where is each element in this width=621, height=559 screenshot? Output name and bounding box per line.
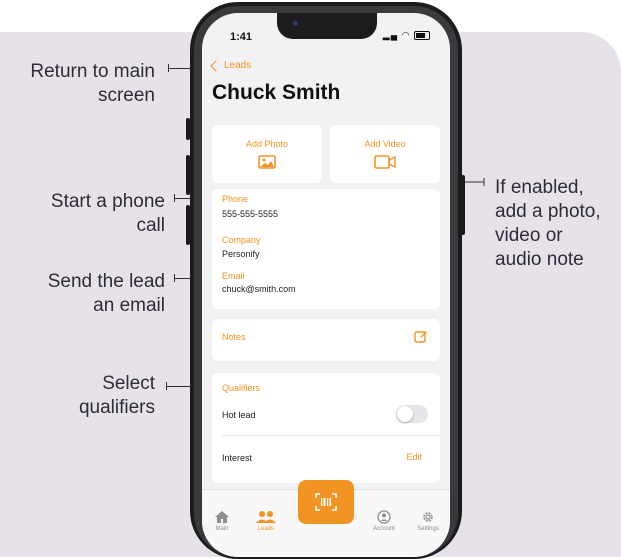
annotation-line: Select — [102, 373, 155, 394]
chevron-left-icon — [210, 59, 222, 72]
tab-settings[interactable]: Settings — [408, 510, 448, 532]
annotation-line: call — [136, 215, 165, 236]
add-photo-button[interactable]: Add Photo — [212, 125, 322, 183]
annotation-line: qualifiers — [78, 397, 155, 418]
phone-screen: 1:41 ▂▄ ◠ Leads Chuck Smith Add Photo Ad… — [202, 13, 450, 557]
annotation-line: screen — [97, 85, 155, 106]
annotation-line: Start a phone — [50, 191, 165, 212]
divider — [222, 435, 440, 436]
annotation-line: an email — [93, 295, 165, 316]
tab-leads[interactable]: Leads — [246, 510, 286, 532]
tab-main-label: Main — [215, 526, 229, 532]
tab-bar: Main Leads Account Settings — [202, 480, 450, 557]
edit-icon[interactable] — [414, 329, 428, 343]
add-photo-label: Add Photo — [245, 139, 289, 149]
status-time: 1:41 — [230, 31, 253, 43]
email-label: Email — [222, 271, 245, 281]
contact-details-card: Phone 555-555-5555 Company Personify Ema… — [212, 189, 440, 309]
tab-account-label: Account — [373, 526, 395, 532]
notes-label: Notes — [222, 332, 246, 342]
tab-main[interactable]: Main — [202, 510, 242, 532]
status-icons: ▂▄ ◠ — [383, 30, 430, 41]
annotation-line: video or — [495, 225, 563, 246]
page-title: Chuck Smith — [212, 81, 341, 104]
add-video-label: Add Video — [364, 139, 406, 149]
annotation-send-email: Send the lead an email — [48, 270, 165, 318]
account-icon — [377, 510, 391, 524]
annotation-line: If enabled, — [495, 177, 584, 198]
interest-label: Interest — [222, 453, 253, 463]
notes-card[interactable]: Notes — [212, 319, 440, 361]
people-icon — [256, 511, 276, 523]
annotation-media-note: If enabled, add a photo, video or audio … — [495, 176, 601, 272]
company-label: Company — [222, 235, 261, 245]
annotation-return-main: Return to main screen — [30, 60, 155, 108]
add-video-button[interactable]: Add Video — [330, 125, 440, 183]
signal-icon: ▂▄ — [382, 30, 399, 40]
annotation-line: Return to main — [30, 61, 155, 82]
notch — [277, 13, 377, 39]
qualifiers-label: Qualifiers — [222, 383, 261, 393]
wifi-icon: ◠ — [401, 30, 411, 40]
annotation-line: audio note — [495, 249, 584, 270]
battery-icon — [414, 31, 430, 41]
toggle-knob — [397, 406, 413, 422]
tab-settings-label: Settings — [417, 526, 439, 532]
email-value[interactable]: chuck@smith.com — [222, 284, 296, 294]
scan-button[interactable] — [298, 480, 354, 524]
hot-lead-label: Hot lead — [222, 410, 256, 420]
annotation-phone-call: Start a phone call — [51, 190, 165, 238]
phone-value[interactable]: 555-555-5555 — [222, 209, 278, 219]
qualifiers-card: Qualifiers Hot lead Interest Edit — [212, 373, 440, 483]
annotation-line: add a photo, — [495, 201, 601, 222]
tab-account[interactable]: Account — [364, 510, 404, 532]
hot-lead-toggle[interactable] — [396, 405, 428, 423]
back-button[interactable]: Leads — [210, 59, 252, 72]
phone-label: Phone — [222, 194, 249, 204]
interest-edit-button[interactable]: Edit — [406, 452, 422, 462]
back-label: Leads — [224, 60, 252, 71]
home-icon — [215, 511, 229, 523]
annotation-qualifiers: Select qualifiers — [79, 372, 155, 420]
photo-icon — [258, 155, 276, 169]
annotation-line: Send the lead — [47, 271, 165, 292]
tab-leads-label: Leads — [257, 526, 275, 532]
company-value: Personify — [222, 249, 260, 259]
gear-icon — [423, 512, 433, 522]
camera-icon — [293, 21, 298, 26]
scan-icon — [315, 493, 337, 511]
video-icon — [374, 155, 396, 169]
